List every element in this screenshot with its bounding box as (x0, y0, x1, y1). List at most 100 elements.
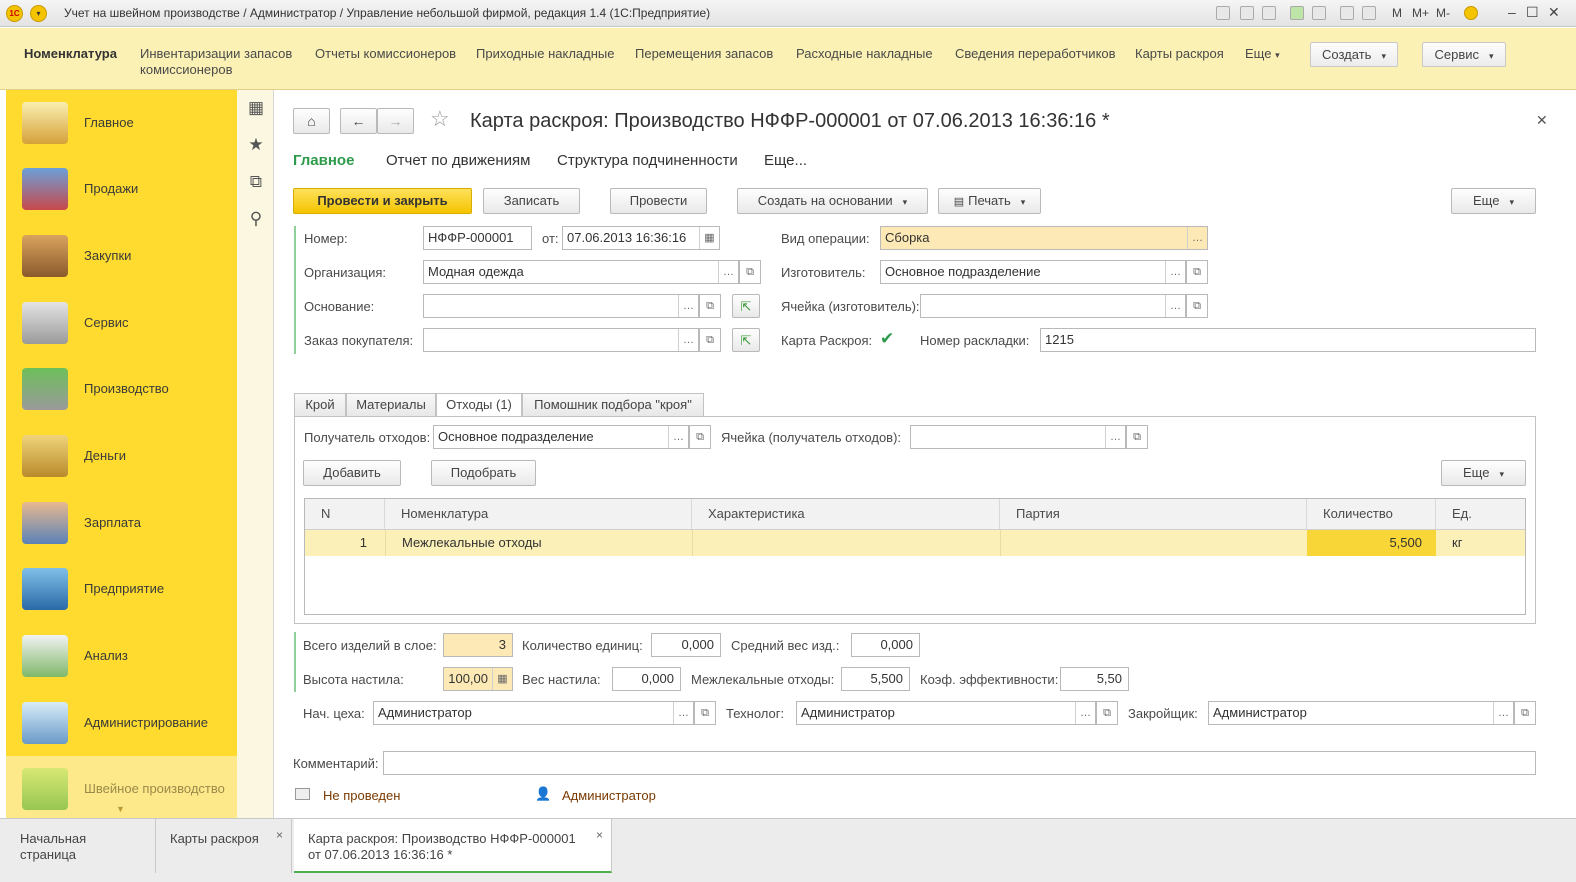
tab-waste[interactable]: Отходы (1) (436, 393, 522, 417)
layout-number-field[interactable]: 1215 (1040, 328, 1536, 352)
tab-cut-helper[interactable]: Помошник подбора "кроя" (522, 393, 704, 416)
window-tab-current-doc[interactable]: Карта раскроя: Производство НФФР-000001 … (294, 819, 612, 873)
memory-mminus-button[interactable]: M- (1436, 6, 1450, 20)
post-button[interactable]: Провести (610, 188, 707, 214)
grid-more-button[interactable]: Еще ▾ (1441, 460, 1526, 486)
cutter-field[interactable]: Администратор… (1208, 701, 1514, 725)
waste-total-field[interactable]: 5,500 (841, 667, 910, 691)
close-tab-icon[interactable]: × (276, 827, 283, 843)
section-link-nomenclature[interactable]: Номенклатура (24, 46, 117, 62)
print-icon[interactable] (1240, 6, 1254, 20)
nav-item-purchases[interactable]: Закупки (6, 223, 237, 289)
items-in-layer-field[interactable]: 3 (443, 633, 513, 657)
open-icon[interactable]: ⧉ (689, 425, 711, 449)
open-icon[interactable]: ⧉ (1514, 701, 1536, 725)
chevron-down-icon[interactable]: ▼ (116, 804, 125, 814)
select-ellipsis-icon[interactable]: … (1493, 702, 1513, 724)
history-icon[interactable]: ⧉ (246, 172, 266, 192)
nav-item-enterprise[interactable]: Предприятие (6, 556, 237, 622)
technologist-field[interactable]: Администратор… (796, 701, 1096, 725)
link-icon[interactable] (1312, 6, 1326, 20)
nav-item-analysis[interactable]: Анализ (6, 623, 237, 689)
open-icon[interactable]: ⧉ (1126, 425, 1148, 449)
calculator-icon[interactable] (1340, 6, 1354, 20)
calculator-icon[interactable]: ▦ (492, 668, 512, 690)
search-icon[interactable]: ⚲ (246, 209, 266, 229)
waste-recipient-field[interactable]: Основное подразделение… (433, 425, 689, 449)
nav-item-administration[interactable]: Администрирование (6, 690, 237, 756)
section-link-receipts[interactable]: Приходные накладные (476, 46, 614, 62)
memory-mplus-button[interactable]: M+ (1412, 6, 1429, 20)
service-button[interactable]: Сервис ▾ (1422, 42, 1506, 67)
nav-item-sewing[interactable]: Швейное производство ▼ (6, 756, 237, 818)
save-button[interactable]: Записать (483, 188, 580, 214)
nav-item-money[interactable]: Деньги (6, 423, 237, 489)
nav-item-salary[interactable]: Зарплата (6, 490, 237, 556)
create-button[interactable]: Создать ▾ (1310, 42, 1398, 67)
section-link-transfers[interactable]: Перемещения запасов (635, 46, 773, 62)
tab-cut[interactable]: Крой (294, 393, 346, 416)
minimize-icon[interactable]: – (1508, 4, 1516, 20)
nav-item-service[interactable]: Сервис (6, 290, 237, 356)
forward-button[interactable]: → (377, 108, 414, 134)
open-icon[interactable]: ⧉ (739, 260, 761, 284)
select-ellipsis-icon[interactable]: … (678, 295, 698, 317)
section-link-inventory[interactable]: Инвентаризации запасов комиссионеров (140, 46, 300, 78)
section-link-processors[interactable]: Сведения переработчиков (955, 46, 1116, 62)
select-ellipsis-icon[interactable]: … (718, 261, 738, 283)
open-icon[interactable]: ⧉ (1096, 701, 1118, 725)
column-header-quantity[interactable]: Количество (1307, 499, 1436, 529)
nav-item-production[interactable]: Производство (6, 356, 237, 422)
app-logo-icon[interactable]: 1С (6, 5, 23, 22)
nav-item-sales[interactable]: Продажи (6, 156, 237, 222)
avg-weight-field[interactable]: 0,000 (851, 633, 920, 657)
home-button[interactable]: ⌂ (293, 108, 330, 134)
column-header-unit[interactable]: Ед. (1436, 499, 1525, 529)
pick-button[interactable]: Подобрать (431, 460, 536, 486)
maximize-icon[interactable]: ☐ (1526, 4, 1539, 21)
window-tab-home[interactable]: Начальная страница (6, 819, 156, 873)
comment-field[interactable] (383, 751, 1536, 775)
close-tab-icon[interactable]: × (596, 827, 603, 843)
organization-field[interactable]: Модная одежда… (423, 260, 739, 284)
select-ellipsis-icon[interactable]: … (668, 426, 688, 448)
back-button[interactable]: ← (340, 108, 377, 134)
cell-quantity[interactable]: 5,500 (1307, 530, 1436, 556)
favorites-star-icon[interactable]: ★ (246, 135, 266, 155)
shop-chief-field[interactable]: Администратор… (373, 701, 694, 725)
number-field[interactable]: НФФР-000001 (423, 226, 532, 250)
print-button[interactable]: ▤ Печать ▾ (938, 188, 1041, 214)
close-form-icon[interactable]: ✕ (1536, 112, 1548, 129)
units-count-field[interactable]: 0,000 (651, 633, 721, 657)
fill-by-order-icon[interactable]: ⇱ (732, 328, 760, 352)
basis-field[interactable]: … (423, 294, 699, 318)
maker-field[interactable]: Основное подразделение… (880, 260, 1186, 284)
close-window-icon[interactable]: ✕ (1548, 4, 1560, 21)
fill-by-basis-icon[interactable]: ⇱ (732, 294, 760, 318)
info-icon[interactable] (1464, 6, 1478, 20)
favorite-star-icon[interactable]: ☆ (430, 106, 450, 132)
spread-height-field[interactable]: 100,00 ▦ (443, 667, 513, 691)
select-ellipsis-icon[interactable]: … (678, 329, 698, 351)
section-link-commission-reports[interactable]: Отчеты комиссионеров (315, 46, 456, 62)
favorite-icon[interactable] (1290, 6, 1304, 20)
nav-item-main[interactable]: Главное (6, 90, 237, 156)
select-ellipsis-icon[interactable]: … (673, 702, 693, 724)
open-icon[interactable]: ⧉ (1186, 294, 1208, 318)
calendar-icon[interactable]: ▦ (699, 227, 719, 249)
preview-icon[interactable] (1262, 6, 1276, 20)
main-menu-icon[interactable]: ▾ (30, 5, 47, 22)
date-field[interactable]: 07.06.2013 16:36:16 ▦ (562, 226, 720, 250)
post-and-close-button[interactable]: Провести и закрыть (293, 188, 472, 214)
column-header-batch[interactable]: Партия (1000, 499, 1307, 529)
function-menu-icon[interactable]: ▦ (246, 98, 266, 118)
customer-order-field[interactable]: … (423, 328, 699, 352)
author-link[interactable]: Администратор (562, 788, 656, 803)
select-ellipsis-icon[interactable]: … (1165, 295, 1185, 317)
column-header-nomenclature[interactable]: Номенклатура (385, 499, 692, 529)
section-link-invoices[interactable]: Расходные накладные (796, 46, 933, 62)
save-icon[interactable] (1216, 6, 1230, 20)
calendar-icon[interactable] (1362, 6, 1376, 20)
more-actions-button[interactable]: Еще ▾ (1451, 188, 1536, 214)
tab-materials[interactable]: Материалы (346, 393, 436, 416)
